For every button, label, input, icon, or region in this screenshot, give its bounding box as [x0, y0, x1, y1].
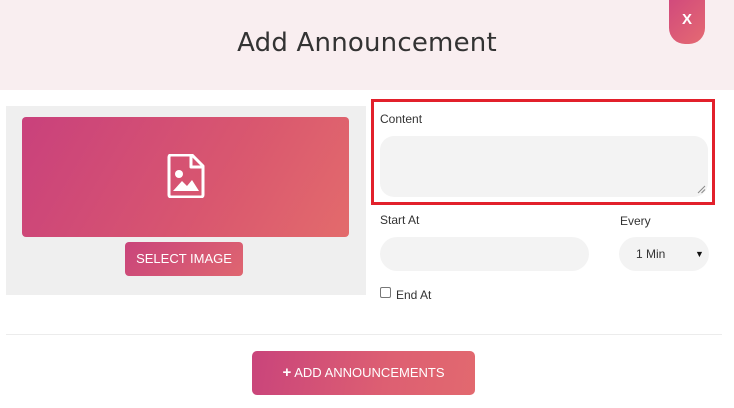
add-announcements-button[interactable]: + ADD ANNOUNCEMENTS	[252, 351, 475, 395]
modal-title: Add Announcement	[237, 28, 497, 58]
every-selected-value: 1 Min	[636, 247, 666, 261]
dropdown-arrow-icon: ▼	[695, 249, 704, 259]
close-button[interactable]: X	[669, 0, 705, 44]
modal-header: Add Announcement X	[0, 0, 734, 90]
start-at-label: Start At	[380, 213, 420, 227]
footer-divider	[6, 334, 722, 335]
image-preview[interactable]	[22, 117, 349, 237]
select-image-button[interactable]: SELECT IMAGE	[125, 242, 243, 276]
image-file-icon	[167, 154, 205, 198]
start-at-input[interactable]	[380, 237, 589, 271]
image-panel: SELECT IMAGE	[6, 106, 366, 295]
every-label: Every	[620, 214, 651, 228]
content-highlight-box	[371, 99, 715, 205]
every-select[interactable]: 1 Min ▼	[619, 237, 709, 271]
end-at-checkbox[interactable]	[380, 287, 391, 298]
add-announcements-label: ADD ANNOUNCEMENTS	[294, 365, 445, 380]
end-at-label: End At	[396, 288, 432, 302]
announcement-modal: Add Announcement X SELECT IMAGE Content …	[0, 0, 734, 408]
plus-icon: +	[282, 364, 292, 381]
